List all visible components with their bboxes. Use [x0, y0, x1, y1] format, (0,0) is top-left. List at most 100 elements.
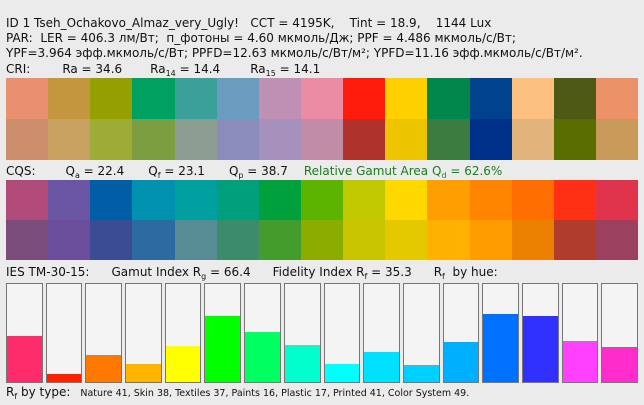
hue-bar-fill-2 [46, 374, 82, 382]
hue-bar-fill-8 [284, 344, 320, 382]
cqs-swatch-bottom-5 [174, 220, 217, 260]
tm30-gamut-index: = 66.4 [206, 265, 251, 279]
cri-swatch-bottom-11 [427, 119, 470, 160]
hue-bar-11 [402, 283, 440, 383]
cri-swatch-bottom-1 [6, 119, 49, 160]
cqs-swatch-bottom-8 [300, 220, 344, 260]
cri-swatch-bottom-15 [595, 119, 639, 160]
hue-bar-4 [125, 283, 162, 383]
cri-swatch-top-3 [90, 78, 133, 119]
cri-swatch-top-13 [511, 78, 554, 119]
cri-swatch-bottom-2 [48, 119, 91, 160]
cri-swatch-row-bottom [6, 119, 639, 160]
cqs-swatch-bottom-3 [90, 220, 133, 260]
hue-bar-fill-5 [165, 345, 201, 382]
cqs-swatch-top-10 [385, 180, 428, 220]
header-line-1: ID 1 Tseh_Ochakovo_Almaz_very_Ugly! CCT … [6, 16, 492, 30]
cqs-swatch-bottom-4 [132, 220, 175, 260]
cri-swatch-bottom-14 [553, 119, 596, 160]
cri-swatch-bottom-10 [385, 119, 428, 160]
cqs-gamut-area: = 62.6% [446, 164, 503, 178]
hue-bar-14 [521, 283, 559, 383]
cri-swatch-bottom-6 [216, 119, 259, 160]
cqs-swatch-bottom-15 [595, 220, 639, 260]
cri-label: CRI: [6, 62, 31, 76]
hue-bar-fill-1 [7, 335, 42, 382]
hue-bar-13 [482, 283, 519, 383]
cri-swatch-top-9 [343, 78, 386, 119]
hue-bar-3 [85, 283, 123, 383]
hue-bar-fill-4 [126, 364, 161, 382]
cqs-swatch-row-bottom [6, 220, 639, 260]
cqs-qa: = 22.4 [79, 164, 125, 178]
cqs-swatch-bottom-11 [427, 220, 470, 260]
hue-bar-fill-12 [443, 341, 479, 382]
cri-swatch-top-12 [469, 78, 512, 119]
cri-swatch-top-1 [6, 78, 49, 119]
cqs-swatch-row-top [6, 180, 639, 220]
hue-bar-5 [164, 283, 202, 383]
hue-bar-fill-3 [86, 354, 122, 382]
cri-swatch-bottom-9 [343, 119, 386, 160]
tm30-label: IES TM-30-15: [6, 265, 90, 279]
header-line-3: YPF=3.964 эфф.мкмоль/с/Вт; PPFD=12.63 мк… [6, 46, 583, 60]
tm30-line: IES TM-30-15: Gamut Index Rg = 66.4 Fideli… [6, 265, 498, 281]
cri-swatch-bottom-13 [511, 119, 554, 160]
cri-swatch-top-15 [595, 78, 639, 119]
cqs-swatch-top-5 [174, 180, 217, 220]
hue-bar-fill-11 [403, 365, 439, 382]
cri-swatch-bottom-8 [300, 119, 344, 160]
hue-bar-fill-16 [602, 346, 637, 382]
cqs-swatch-top-15 [595, 180, 639, 220]
hue-bar-1 [6, 283, 43, 383]
cqs-swatch-top-7 [258, 180, 301, 220]
cqs-label: CQS: [6, 164, 36, 178]
cqs-swatch-bottom-1 [6, 220, 49, 260]
hue-bar-6 [204, 283, 242, 383]
rf-by-type-line: Rf by type: Nature 41, Skin 38, Textiles … [6, 385, 470, 401]
hue-bar-fill-6 [205, 316, 241, 382]
cri-swatch-top-14 [553, 78, 596, 119]
cqs-swatch-top-1 [6, 180, 49, 220]
cqs-swatch-top-14 [553, 180, 596, 220]
cqs-swatch-top-8 [300, 180, 344, 220]
hue-bar-fill-13 [483, 314, 518, 382]
cri-swatch-bottom-4 [132, 119, 175, 160]
cqs-swatch-bottom-10 [385, 220, 428, 260]
tm30-fidelity-index: = 35.3 [367, 265, 412, 279]
hue-bar-2 [45, 283, 83, 383]
cqs-swatch-top-2 [48, 180, 91, 220]
cqs-swatch-bottom-7 [258, 220, 301, 260]
cqs-line: CQS: Qa = 22.4 Qf = 23.1 Qp = 38.7 Relative … [6, 164, 503, 180]
cqs-qp: = 38.7 [243, 164, 288, 178]
cqs-swatch-bottom-2 [48, 220, 91, 260]
cqs-swatch-top-13 [511, 180, 554, 220]
hue-bar-10 [363, 283, 400, 383]
hue-bar-15 [561, 283, 599, 383]
tm30-by-hue-label: by hue: [444, 265, 498, 279]
hue-bar-9 [323, 283, 361, 383]
hue-bar-fill-15 [562, 340, 598, 382]
cqs-swatch-top-3 [90, 180, 133, 220]
cqs-swatch-bottom-12 [469, 220, 512, 260]
cqs-swatch-top-12 [469, 180, 512, 220]
cri-swatch-top-2 [48, 78, 91, 119]
cri-ra15: = 14.1 [275, 62, 321, 76]
cqs-swatch-top-6 [216, 180, 259, 220]
rf-by-type-values: Nature 41, Skin 38, Textiles 37, Paints … [80, 388, 470, 399]
cqs-swatch-bottom-14 [553, 220, 596, 260]
cri-swatch-bottom-12 [469, 119, 512, 160]
hue-bar-7 [244, 283, 281, 383]
cqs-swatch-top-11 [427, 180, 470, 220]
cqs-swatch-bottom-6 [216, 220, 259, 260]
cqs-qf: = 23.1 [160, 164, 205, 178]
cri-swatch-top-7 [258, 78, 301, 119]
cqs-swatch-bottom-13 [511, 220, 554, 260]
cri-swatch-top-6 [216, 78, 259, 119]
cri-swatch-top-4 [132, 78, 175, 119]
cri-swatch-row-top [6, 78, 639, 119]
hue-bar-12 [442, 283, 480, 383]
cri-swatch-bottom-3 [90, 119, 133, 160]
cri-swatch-bottom-5 [174, 119, 217, 160]
rf-by-type-label: by type: [17, 385, 71, 399]
